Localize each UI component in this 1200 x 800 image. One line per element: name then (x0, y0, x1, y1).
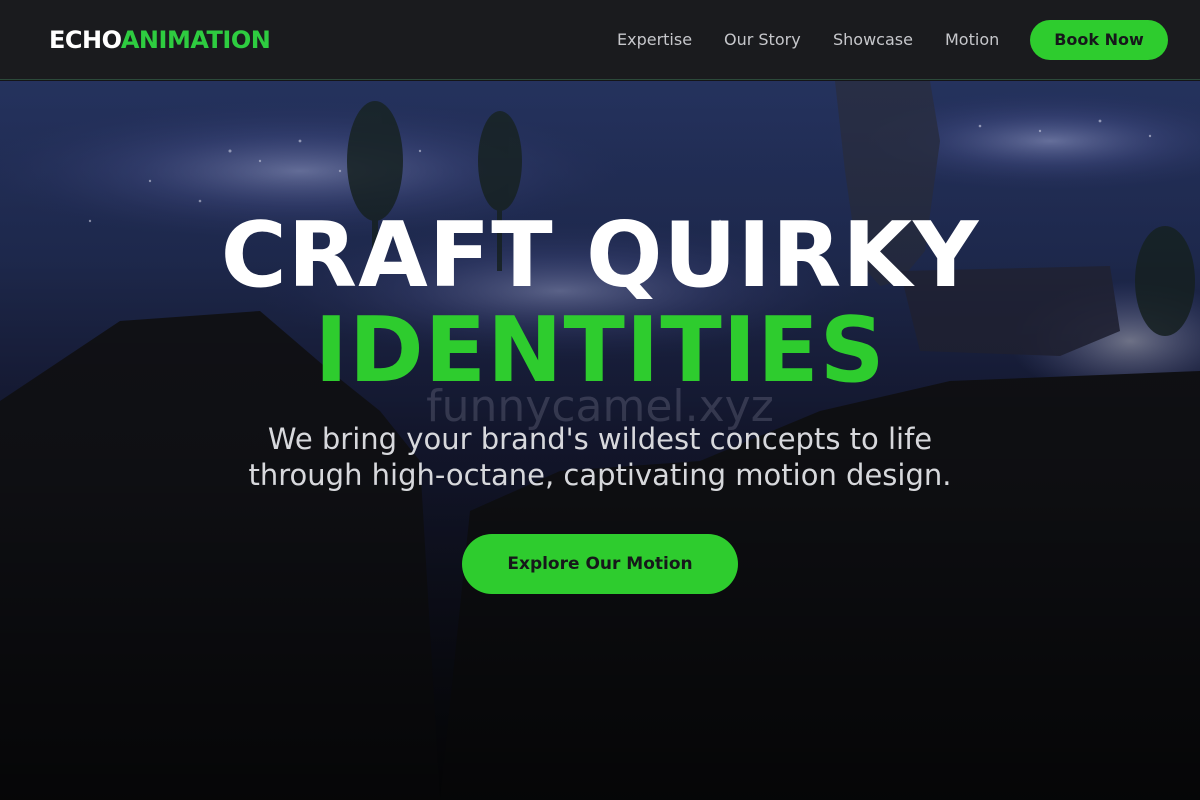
hero-subtitle: We bring your brand's wildest concepts t… (0, 421, 1200, 493)
hero-subtitle-line1: We bring your brand's wildest concepts t… (267, 422, 933, 456)
nav-item-showcase[interactable]: Showcase (833, 29, 913, 51)
hero-section: funnycamel.xyz CRAFT QUIRKY IDENTITIES W… (0, 81, 1200, 800)
main-nav: Expertise Our Story Showcase Motion (0, 29, 1200, 51)
hero-subtitle-line2: through high-octane, captivating motion … (248, 458, 952, 492)
nav-item-our-story[interactable]: Our Story (724, 29, 801, 51)
hero-headline-line1: CRAFT QUIRKY (220, 203, 980, 308)
explore-motion-button[interactable]: Explore Our Motion (462, 534, 738, 594)
top-navigation-bar: ECHOANIMATION Expertise Our Story Showca… (0, 0, 1200, 80)
book-now-button[interactable]: Book Now (1030, 20, 1168, 60)
hero-headline-line2: IDENTITIES (314, 298, 886, 403)
nav-item-expertise[interactable]: Expertise (617, 29, 692, 51)
nav-item-motion[interactable]: Motion (945, 29, 999, 51)
